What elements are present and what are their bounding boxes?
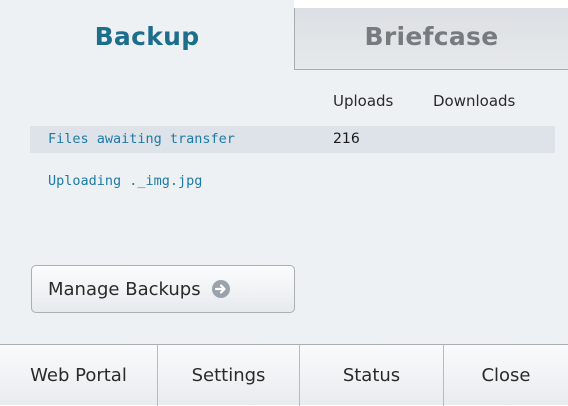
tab-backup[interactable]: Backup (0, 8, 294, 70)
tab-backup-label: Backup (94, 22, 200, 51)
files-awaiting-uploads-value: 216 (333, 131, 360, 147)
column-header-downloads: Downloads (433, 92, 516, 110)
tab-bar-top-strip (294, 0, 568, 8)
backup-window: Backup Briefcase Uploads Downloads Files… (0, 0, 568, 406)
backup-panel: Uploads Downloads Files awaiting transfe… (0, 70, 568, 344)
tab-briefcase-label: Briefcase (364, 22, 499, 51)
uploading-status-text: Uploading ._img.jpg (48, 173, 203, 189)
web-portal-button[interactable]: Web Portal (0, 345, 158, 406)
tab-bar: Backup Briefcase (0, 0, 568, 70)
files-awaiting-label: Files awaiting transfer (48, 131, 235, 147)
arrow-right-circle-icon (211, 279, 231, 299)
manage-backups-label: Manage Backups (48, 278, 201, 300)
manage-backups-button[interactable]: Manage Backups (31, 265, 295, 313)
status-button[interactable]: Status (300, 345, 444, 406)
close-button[interactable]: Close (444, 345, 568, 406)
table-row: Files awaiting transfer 216 (30, 126, 555, 153)
column-header-uploads: Uploads (333, 92, 394, 110)
tab-briefcase[interactable]: Briefcase (294, 8, 568, 70)
bottom-toolbar: Web Portal Settings Status Close (0, 344, 568, 406)
settings-button[interactable]: Settings (158, 345, 300, 406)
